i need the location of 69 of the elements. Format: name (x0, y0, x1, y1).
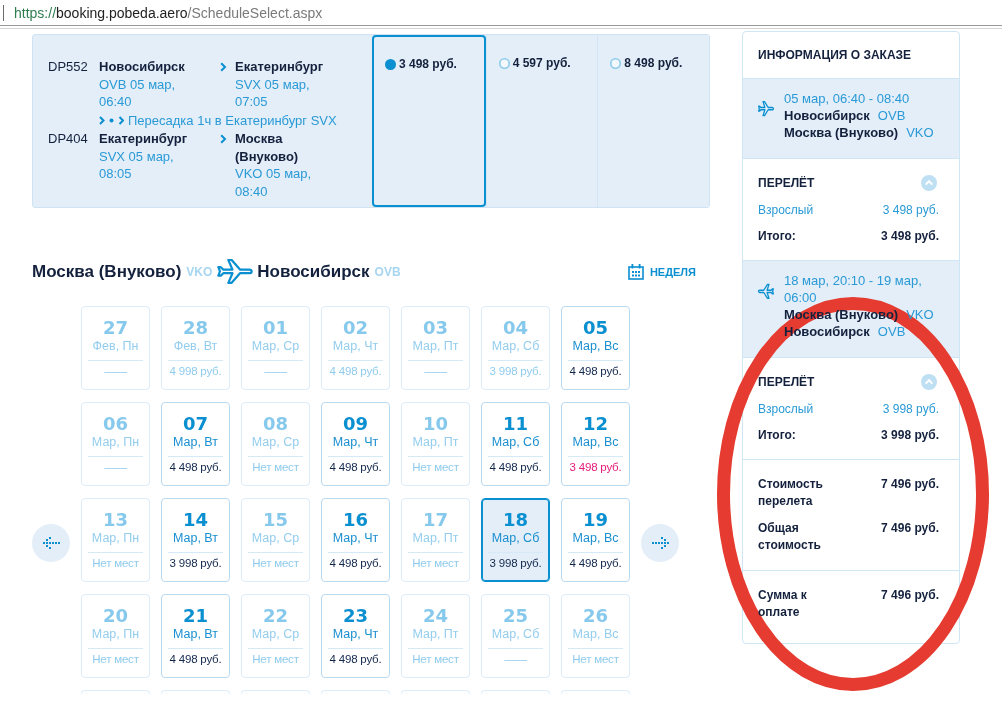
cost-amount: 7 496 руб. (881, 587, 939, 604)
flight-number: DP552 (48, 58, 89, 76)
chevron-right-icon (220, 134, 227, 144)
address-field[interactable]: https://booking.pobeda.aero/ScheduleSelect.aspx (14, 3, 323, 22)
fare-option[interactable]: 8 498 руб. (597, 35, 709, 207)
transfer-info: Пересадка 1ч в Екатеринбург SVX (128, 111, 337, 129)
airport-code: VKO (906, 306, 934, 323)
airport-code: OVB (877, 107, 906, 124)
radio-icon[interactable] (385, 59, 396, 70)
next-week-button[interactable] (641, 524, 679, 562)
chevron-right-icon (220, 62, 227, 72)
departure-info: OVB 05 мар, 06:40 (99, 75, 177, 111)
city-name: Москва (Внуково) (32, 261, 182, 284)
fare-option[interactable]: 3 498 руб. (372, 35, 486, 207)
cost-label: Стоимость перелета (758, 476, 824, 510)
total-label: Итого: (758, 427, 796, 443)
cost-amount: 7 496 руб. (881, 476, 939, 493)
radio-icon[interactable] (498, 58, 510, 69)
week-view-button[interactable]: НЕДЕЛЯ (627, 263, 696, 281)
airport-code: OVB (374, 264, 401, 281)
chevron-up-icon[interactable] (921, 374, 937, 390)
city-name: Новосибирск (784, 107, 870, 124)
total-price: 3 498 руб. (881, 228, 939, 244)
chevron-up-icon[interactable] (921, 175, 937, 191)
calendar-day-cell[interactable]: 21 Мар, Вт 4 498 руб. (161, 594, 230, 678)
flight-time: 05 мар, 06:40 - 08:40 (784, 90, 911, 107)
total-label: Итого: (758, 228, 796, 244)
calendar-day-cell[interactable]: 19 Мар, Вс 4 498 руб. (561, 498, 630, 582)
city-name: Екатеринбург (235, 58, 325, 76)
previous-week-button[interactable] (32, 524, 70, 562)
calendar-day-cell[interactable]: 12 Мар, Вс 3 498 руб. (561, 402, 630, 486)
passenger-price: 3 998 руб. (882, 401, 939, 417)
city-name: Новосибирск (99, 58, 186, 76)
city-name: Москва (Внуково) (235, 130, 300, 165)
passenger-label: Взрослый (758, 202, 814, 218)
cost-label: Общая стоимость (758, 520, 822, 554)
passenger-price: 3 498 руб. (882, 202, 939, 218)
calendar-day-cell[interactable]: 16 Мар, Чт 4 498 руб. (321, 498, 390, 582)
city-name: Екатеринбург (99, 130, 189, 148)
airport-code: OVB (877, 323, 906, 340)
arrival-info: SVX 05 мар, 07:05 (235, 75, 311, 111)
airport-code: VKO (906, 124, 934, 141)
dotted-arrow-left-icon (42, 537, 60, 549)
departure-info: SVX 05 мар, 08:05 (99, 147, 175, 183)
calendar-day-cell[interactable]: 09 Мар, Чт 4 498 руб. (321, 402, 390, 486)
flight-time: 18 мар, 20:10 - 19 мар, 06:00 (784, 272, 923, 306)
section-title: ПЕРЕЛЁТ (758, 175, 815, 192)
chevron-dot-chevron-icon (99, 115, 124, 125)
calendar-day-cell[interactable]: 05 Мар, Вс 4 498 руб. (561, 306, 630, 390)
cost-label: Сумма к оплате (758, 587, 808, 621)
passenger-label: Взрослый (758, 401, 814, 417)
section-title: ПЕРЕЛЁТ (758, 374, 815, 391)
plane-icon (217, 259, 254, 285)
cost-amount: 7 496 руб. (881, 520, 939, 537)
panel-title: ИНФОРМАЦИЯ О ЗАКАЗЕ (758, 47, 912, 64)
calendar-day-cell[interactable]: 23 Мар, Чт 4 498 руб. (321, 594, 390, 678)
city-name: Москва (Внуково) (784, 124, 899, 141)
calendar-day-cell[interactable]: 07 Мар, Вт 4 498 руб. (161, 402, 230, 486)
calendar-day-cell[interactable]: 11 Мар, Сб 4 498 руб. (481, 402, 550, 486)
radio-icon[interactable] (610, 58, 622, 69)
dotted-arrow-right-icon (651, 537, 669, 549)
calendar-day-cell[interactable]: 14 Мар, Вт 3 998 руб. (161, 498, 230, 582)
calendar-icon (627, 264, 644, 280)
airport-code: VKO (186, 264, 213, 281)
arrival-info: VKO 05 мар, 08:40 (235, 165, 313, 200)
total-price: 3 998 руб. (881, 427, 939, 443)
calendar-day-cell[interactable]: 18 Мар, Сб 3 998 руб. (481, 498, 550, 582)
flight-number: DP404 (48, 130, 89, 148)
city-name: Новосибирск (257, 261, 370, 284)
